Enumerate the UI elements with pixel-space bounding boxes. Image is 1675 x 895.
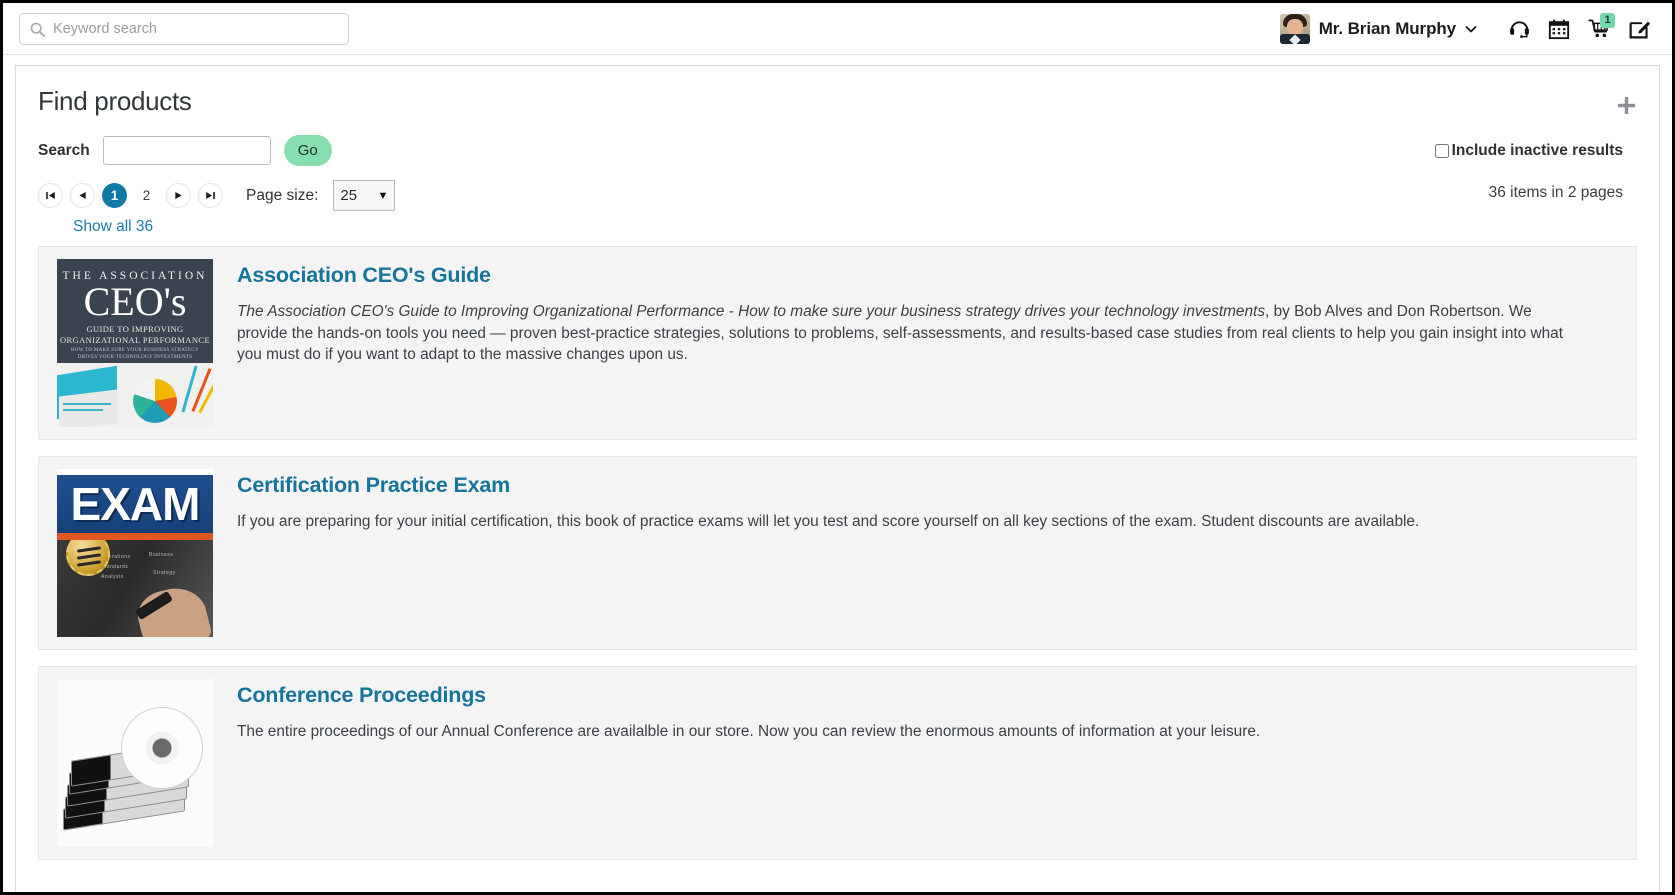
product-title-link[interactable]: Association CEO's Guide [237,263,1622,288]
page-size-select[interactable]: 25 ▼ [333,180,396,211]
pagination-row: 1 2 Page size: 25 ▼ Show all 36 36 items… [16,166,1659,236]
cover-line-3: GUIDE TO IMPROVING ORGANIZATIONAL PERFORM… [59,324,211,345]
page-body: Find products Search Go Include inactive [3,55,1672,892]
plus-icon[interactable] [1615,94,1637,116]
headset-support-icon[interactable] [1502,12,1536,46]
compose-edit-icon[interactable] [1622,12,1656,46]
chevron-down-icon[interactable] [1464,22,1478,36]
top-bar-right-controls: Mr. Brian Murphy 1 [1279,12,1660,46]
cover-line-1: EXAM [70,478,201,530]
cover-line-2: CEO's [83,279,187,324]
app-window: Mr. Brian Murphy [0,0,1675,895]
show-all-link[interactable]: Show all 36 [38,211,395,236]
include-inactive-results-toggle[interactable]: Include inactive results [1434,141,1637,160]
keyword-search-container [19,12,349,45]
product-thumbnail[interactable]: EXAM Operations Standards Analysis Busin… [57,469,213,637]
list-item[interactable]: EXAM Operations Standards Analysis Busin… [38,456,1637,650]
include-inactive-results-label: Include inactive results [1451,141,1623,159]
page-title: Find products [38,86,192,116]
product-description: The Association CEO's Guide to Improving… [237,301,1572,366]
product-description: The entire proceedings of our Annual Con… [237,721,1572,743]
first-page-icon[interactable] [38,183,63,208]
keyword-search-input[interactable] [19,12,349,45]
page-number-2[interactable]: 2 [134,183,159,208]
next-page-icon[interactable] [166,183,191,208]
list-item[interactable]: Conference Proceedings The entire procee… [38,666,1637,860]
page-number-1[interactable]: 1 [102,183,127,208]
avatar[interactable] [1279,13,1310,44]
search-row: Search Go Include inactive results [16,117,1659,166]
top-navigation-bar: Mr. Brian Murphy [3,3,1672,55]
list-item[interactable]: THE ASSOCIATION CEO's GUIDE TO IMPROVING… [38,246,1637,440]
page-size-value: 25 [340,187,358,204]
cart-badge: 1 [1600,12,1615,28]
find-products-panel: Find products Search Go Include inactive [15,65,1660,892]
panel-header: Find products [16,66,1659,117]
product-description-rest: The entire proceedings of our Annual Con… [237,723,1261,740]
page-size-label: Page size: [246,186,319,204]
calendar-icon[interactable] [1542,12,1576,46]
product-description-rest: If you are preparing for your initial ce… [237,513,1420,530]
results-list: THE ASSOCIATION CEO's GUIDE TO IMPROVING… [16,236,1659,860]
shopping-cart-icon[interactable]: 1 [1582,12,1616,46]
last-page-icon[interactable] [198,183,223,208]
chevron-down-icon: ▼ [377,189,389,202]
product-thumbnail[interactable] [57,679,213,847]
product-thumbnail[interactable]: THE ASSOCIATION CEO's GUIDE TO IMPROVING… [57,259,213,427]
cover-line-4: HOW TO MAKE SURE YOUR BUSINESS STRATEGY D… [70,348,200,360]
previous-page-icon[interactable] [70,183,95,208]
product-description: If you are preparing for your initial ce… [237,511,1572,533]
product-description-italic: The Association CEO's Guide to Improving… [237,303,1266,320]
include-inactive-results-checkbox[interactable] [1434,143,1449,158]
search-input[interactable] [102,136,271,165]
product-title-link[interactable]: Conference Proceedings [237,683,1622,708]
search-label: Search [38,141,90,159]
product-title-link[interactable]: Certification Practice Exam [237,473,1622,498]
user-name-label: Mr. Brian Murphy [1318,18,1456,38]
items-count-label: 36 items in 2 pages [1488,184,1623,201]
go-button[interactable]: Go [283,135,332,166]
pagination-controls: 1 2 Page size: 25 ▼ [38,180,396,211]
